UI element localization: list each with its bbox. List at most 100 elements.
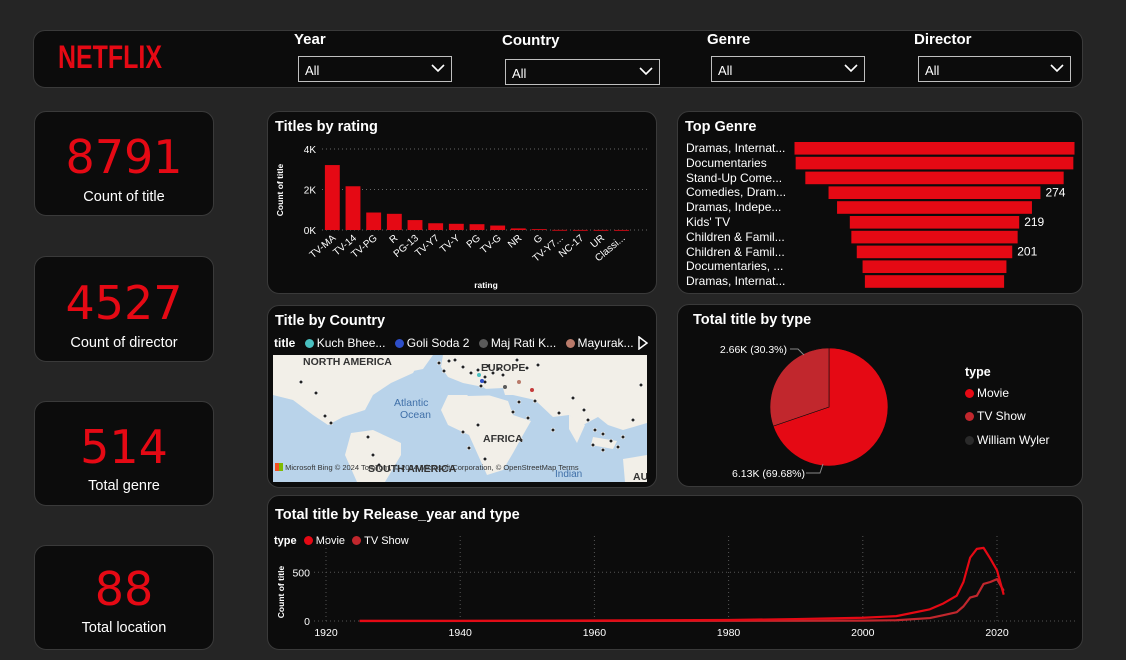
- genre-dropdown[interactable]: All: [711, 56, 865, 82]
- year-dropdown[interactable]: All: [298, 56, 452, 82]
- map-copyright[interactable]: © 2024 TomTom, © 2024 Microsoft Corporat…: [335, 463, 579, 472]
- legend-item[interactable]: Mayurak...: [560, 336, 634, 350]
- microsoft-logo-icon: [275, 463, 283, 471]
- map-marker[interactable]: [370, 452, 376, 458]
- netflix-logo: NETFLIX: [58, 39, 162, 75]
- x-tick-label: 2000: [851, 627, 875, 639]
- pie-legend-item-tv-show[interactable]: TV Show: [965, 409, 1026, 423]
- genre-bar[interactable]: [794, 142, 1075, 155]
- genre-bar[interactable]: [862, 260, 1007, 273]
- top-genre-panel: Top Genre Dramas, Internat... Documentari…: [677, 111, 1083, 294]
- x-tick-label: 1980: [717, 627, 741, 639]
- pie-legend-title: type: [965, 365, 991, 379]
- map-marker[interactable]: [460, 364, 466, 370]
- map-marker[interactable]: [525, 415, 531, 421]
- map-marker[interactable]: [475, 422, 481, 428]
- legend-next-arrow-icon[interactable]: [638, 336, 648, 350]
- bar-TV-Y: [448, 223, 464, 230]
- legend-item[interactable]: Kuch Bhee...: [299, 336, 385, 350]
- genre-dropdown-value: All: [718, 63, 733, 78]
- map-marker[interactable]: [535, 362, 541, 368]
- director-filter-label: Director: [914, 31, 972, 48]
- map-marker[interactable]: [592, 427, 598, 433]
- map-marker[interactable]: [556, 410, 562, 416]
- x-tick-label: TV-G: [479, 233, 504, 257]
- legend-label: Goli Soda 2: [406, 336, 470, 350]
- map-marker[interactable]: [475, 367, 481, 373]
- genre-bar[interactable]: [837, 201, 1032, 214]
- total-title-by-type-panel: Total title by type 2.66K (30.3%) 6.13K (…: [677, 304, 1083, 487]
- map-marker[interactable]: [482, 456, 488, 462]
- map-marker[interactable]: [638, 382, 644, 388]
- x-tick-label: 1940: [449, 627, 473, 639]
- map-marker[interactable]: [322, 413, 328, 419]
- genre-bar[interactable]: [795, 156, 1074, 170]
- genre-bar[interactable]: [864, 275, 1005, 288]
- map-marker[interactable]: [517, 380, 521, 384]
- map-marker[interactable]: [436, 360, 442, 366]
- pie-legend-item-william-wyler[interactable]: William Wyler: [965, 433, 1050, 447]
- map-marker[interactable]: [328, 420, 334, 426]
- map-marker[interactable]: [468, 370, 474, 376]
- map-marker[interactable]: [581, 407, 587, 413]
- genre-bar[interactable]: [851, 230, 1018, 244]
- country-filter-label: Country: [502, 32, 560, 49]
- map-marker[interactable]: [524, 365, 530, 371]
- map-marker[interactable]: [550, 427, 556, 433]
- map-marker[interactable]: [452, 357, 458, 363]
- map-legend: title Kuch Bhee... Goli Soda 2 Maj Rati …: [274, 336, 634, 350]
- pie-legend-item-movie[interactable]: Movie: [965, 386, 1009, 400]
- map-marker[interactable]: [630, 417, 636, 423]
- director-dropdown[interactable]: All: [918, 56, 1071, 82]
- country-dropdown[interactable]: All: [505, 59, 660, 85]
- world-map[interactable]: NORTH AMERICA EUROPE Atlantic Ocean AFRI…: [273, 355, 647, 482]
- map-marker[interactable]: [590, 442, 596, 448]
- y-tick-label: 2K: [304, 186, 317, 197]
- map-marker[interactable]: [510, 409, 516, 415]
- x-tick-label: 1960: [583, 627, 607, 639]
- map-marker[interactable]: [298, 379, 304, 385]
- titles-by-rating-panel: Titles by rating 0K 2K 4K Count of title rat…: [267, 111, 657, 294]
- map-marker[interactable]: [365, 434, 371, 440]
- map-marker[interactable]: [516, 399, 522, 405]
- legend-dot: [394, 339, 404, 348]
- bar-TV-Y7...: [552, 229, 568, 231]
- bar-TV-G: [490, 225, 506, 230]
- map-marker[interactable]: [313, 390, 319, 396]
- chevron-down-icon: [1050, 64, 1064, 73]
- map-marker[interactable]: [532, 398, 538, 404]
- map-marker[interactable]: [530, 388, 534, 392]
- series-line-movie[interactable]: [359, 546, 1005, 623]
- genre-bar[interactable]: [805, 171, 1064, 185]
- map-marker[interactable]: [441, 368, 447, 374]
- legend-item[interactable]: Maj Rati K...: [473, 336, 556, 350]
- map-marker[interactable]: [446, 358, 452, 364]
- map-marker[interactable]: [480, 379, 484, 383]
- map-marker[interactable]: [608, 438, 614, 444]
- chevron-down-icon: [431, 64, 445, 73]
- map-marker[interactable]: [482, 374, 488, 380]
- map-marker[interactable]: [570, 395, 576, 401]
- kpi-count-of-director: 4527 Count of director: [34, 256, 214, 362]
- genre-data-label: 201: [1017, 245, 1037, 259]
- map-marker[interactable]: [600, 447, 606, 453]
- map-marker[interactable]: [585, 417, 591, 423]
- header-bar: NETFLIX Year All Country All Genre All D…: [33, 30, 1083, 88]
- map-marker[interactable]: [460, 429, 466, 435]
- map-attribution: Microsoft Bing © 2024 TomTom, © 2024 Mic…: [275, 463, 579, 472]
- kpi-label: Count of director: [70, 335, 178, 351]
- map-marker[interactable]: [615, 444, 621, 450]
- title-by-country-panel: Title by Country title Kuch Bhee... Goli…: [267, 305, 657, 488]
- genre-bar[interactable]: [849, 216, 1020, 229]
- map-marker[interactable]: [466, 445, 472, 451]
- kpi-total-location: 88 Total location: [34, 545, 214, 650]
- chevron-down-icon: [639, 67, 653, 76]
- map-marker[interactable]: [478, 383, 484, 389]
- release-year-panel: Total title by Release_year and type typ…: [267, 495, 1083, 650]
- map-marker[interactable]: [620, 434, 626, 440]
- genre-bar[interactable]: [828, 186, 1041, 199]
- genre-bar[interactable]: [856, 245, 1013, 259]
- map-marker[interactable]: [503, 385, 507, 389]
- legend-item[interactable]: Goli Soda 2: [389, 336, 470, 350]
- map-marker[interactable]: [600, 431, 606, 437]
